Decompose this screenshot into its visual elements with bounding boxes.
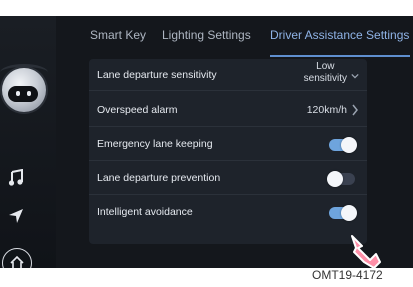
infotainment-screen: Smart Key Lighting Settings Driver Assis… [0, 16, 413, 268]
setting-row-emergency-lane-keeping[interactable]: Emergency lane keeping [89, 129, 367, 161]
toggle-knob [341, 137, 357, 153]
setting-row-lane-departure-sensitivity[interactable]: Lane departure sensitivity Low sensitivi… [89, 59, 367, 91]
toggle-knob [327, 171, 343, 187]
setting-value-line1: Low [316, 61, 335, 72]
music-icon[interactable] [6, 168, 26, 188]
setting-label: Overspeed alarm [97, 104, 178, 116]
settings-panel: Lane departure sensitivity Low sensitivi… [89, 59, 367, 244]
setting-label: Lane departure prevention [97, 172, 221, 184]
setting-value-line2: sensitivity [303, 73, 347, 84]
setting-label: Emergency lane keeping [97, 138, 213, 150]
setting-value[interactable]: Low sensitivity [304, 61, 347, 85]
toggle-switch-off[interactable] [327, 171, 355, 187]
tab-smart-key[interactable]: Smart Key [90, 28, 146, 42]
setting-label: Lane departure sensitivity [97, 69, 217, 81]
tab-driver-assistance-settings[interactable]: Driver Assistance Settings [270, 28, 409, 42]
setting-row-overspeed-alarm[interactable]: Overspeed alarm 120km/h [89, 95, 367, 127]
navigation-icon[interactable] [6, 206, 26, 226]
avatar-eye-left [16, 91, 20, 96]
setting-row-lane-departure-prevention[interactable]: Lane departure prevention [89, 163, 367, 195]
toggle-switch-on[interactable] [329, 137, 357, 153]
figure-code: OMT19-4172 [312, 268, 383, 282]
setting-label: Intelligent avoidance [97, 206, 193, 218]
home-button[interactable] [2, 248, 32, 268]
active-tab-indicator [270, 55, 410, 57]
toggle-switch-on[interactable] [329, 205, 357, 221]
chevron-down-icon[interactable] [351, 70, 359, 82]
assistant-avatar[interactable] [2, 68, 46, 112]
hand-pointer-icon [351, 235, 381, 268]
home-icon [10, 255, 24, 268]
toggle-knob [341, 205, 357, 221]
tab-lighting-settings[interactable]: Lighting Settings [162, 28, 251, 42]
setting-value: 120km/h [306, 104, 347, 116]
left-sidebar [0, 16, 56, 268]
chevron-right-icon[interactable] [351, 104, 359, 116]
setting-row-intelligent-avoidance[interactable]: Intelligent avoidance [89, 197, 367, 229]
avatar-eye-right [27, 91, 31, 96]
